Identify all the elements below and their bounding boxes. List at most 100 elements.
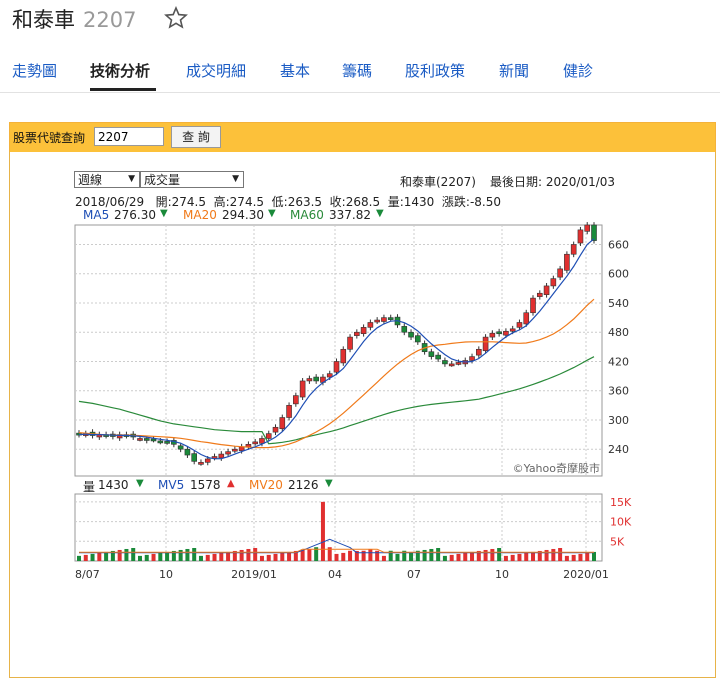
- tab-bar: 走勢圖 技術分析 成交明細 基本 籌碼 股利政策 新聞 健診: [0, 52, 720, 93]
- volume-bar: [531, 551, 536, 561]
- candle: [360, 327, 367, 334]
- volume-bar: [341, 552, 346, 561]
- candle: [313, 376, 319, 382]
- stock-code-input[interactable]: [94, 127, 164, 146]
- candle: [570, 244, 577, 255]
- candle: [150, 438, 157, 442]
- volume-bar: [490, 548, 495, 561]
- volume-bar: [266, 554, 271, 561]
- volume-bar: [300, 549, 305, 561]
- volume-bar: [497, 547, 502, 561]
- volume-bar: [273, 553, 278, 561]
- tab-basic[interactable]: 基本: [280, 60, 310, 81]
- candle: [455, 362, 462, 365]
- volume-plot-area: [74, 493, 603, 562]
- x-tick-label: 2019/01: [231, 568, 277, 581]
- tab-technical[interactable]: 技術分析: [90, 60, 150, 81]
- candle: [509, 328, 516, 332]
- candle: [367, 322, 374, 328]
- price-tick-label: 360: [608, 385, 629, 398]
- watermark: ©Yahoo奇摩股市: [513, 461, 600, 475]
- volume-bar: [422, 549, 427, 561]
- tab-health[interactable]: 健診: [563, 60, 593, 81]
- volume-bar: [198, 555, 203, 561]
- volume-bar: [592, 551, 596, 561]
- price-tick-label: 480: [608, 326, 629, 339]
- candle: [157, 440, 164, 444]
- candle: [218, 453, 225, 459]
- star-icon[interactable]: [164, 6, 188, 30]
- volume-bar: [578, 553, 583, 561]
- x-tick-label: 10: [159, 568, 173, 581]
- volume-bar: [483, 549, 488, 561]
- tab-chips[interactable]: 籌碼: [342, 60, 372, 81]
- candle: [557, 268, 563, 278]
- volume-bar: [449, 554, 454, 561]
- candle: [252, 441, 258, 445]
- price-tick-label: 240: [608, 443, 629, 456]
- price-tick-label: 660: [608, 238, 629, 251]
- volume-bar: [442, 555, 447, 561]
- candle: [591, 224, 597, 241]
- tab-dividend[interactable]: 股利政策: [405, 60, 465, 81]
- tab-details[interactable]: 成交明細: [186, 60, 246, 81]
- candle: [577, 229, 584, 244]
- volume-bar: [90, 553, 95, 561]
- volume-bar: [246, 548, 251, 561]
- stock-header: 和泰車 2207: [12, 4, 188, 36]
- volume-tick-label: 5K: [610, 535, 625, 548]
- volume-bar: [463, 552, 468, 561]
- candle: [489, 332, 496, 338]
- candle: [232, 448, 238, 452]
- candle: [442, 360, 448, 365]
- candle: [245, 444, 252, 448]
- candle: [143, 438, 150, 441]
- price-tick-label: 420: [608, 355, 629, 368]
- volume-bar: [544, 549, 549, 561]
- volume-bar: [77, 555, 81, 561]
- volume-bar: [137, 555, 142, 561]
- candle: [279, 417, 286, 430]
- candle: [584, 224, 591, 232]
- candle: [530, 297, 536, 314]
- tab-news[interactable]: 新聞: [499, 60, 529, 81]
- x-tick-label: 10: [495, 568, 509, 581]
- x-tick-label: 8/07: [75, 568, 100, 581]
- tab-trend[interactable]: 走勢圖: [12, 60, 57, 81]
- candle: [401, 326, 408, 333]
- query-button[interactable]: 查 詢: [171, 126, 221, 148]
- volume-bar: [571, 554, 576, 561]
- candle: [259, 438, 265, 444]
- volume-bar: [287, 551, 292, 561]
- candle: [387, 317, 394, 320]
- volume-bar: [320, 501, 325, 561]
- volume-bar: [124, 548, 129, 561]
- volume-bar: [158, 552, 163, 561]
- candle: [374, 319, 380, 323]
- candle: [469, 356, 475, 361]
- volume-bar: [205, 554, 210, 561]
- volume-bar: [117, 549, 122, 561]
- candle: [299, 380, 306, 398]
- candle: [381, 317, 387, 322]
- stock-code: 2207: [83, 8, 137, 32]
- volume-bar: [510, 554, 515, 561]
- volume-bar: [429, 548, 434, 561]
- stock-chart[interactable]: 660 600 540 480 420 360 300 240 ©Yahoo奇摩股市 15K 10K…: [10, 152, 715, 677]
- candle: [482, 336, 489, 352]
- volume-bar: [192, 547, 197, 561]
- candle: [523, 312, 530, 325]
- candle: [265, 433, 272, 439]
- candle: [536, 292, 543, 297]
- candle: [293, 395, 299, 405]
- volume-bar: [144, 554, 149, 561]
- volume-bar: [253, 547, 258, 561]
- candle: [184, 448, 191, 456]
- candle: [564, 253, 570, 271]
- volume-bar: [409, 551, 414, 561]
- volume-bar: [239, 549, 244, 561]
- candle: [435, 354, 441, 360]
- volume-bar: [564, 555, 569, 561]
- volume-bar: [185, 548, 190, 561]
- candle: [496, 331, 502, 335]
